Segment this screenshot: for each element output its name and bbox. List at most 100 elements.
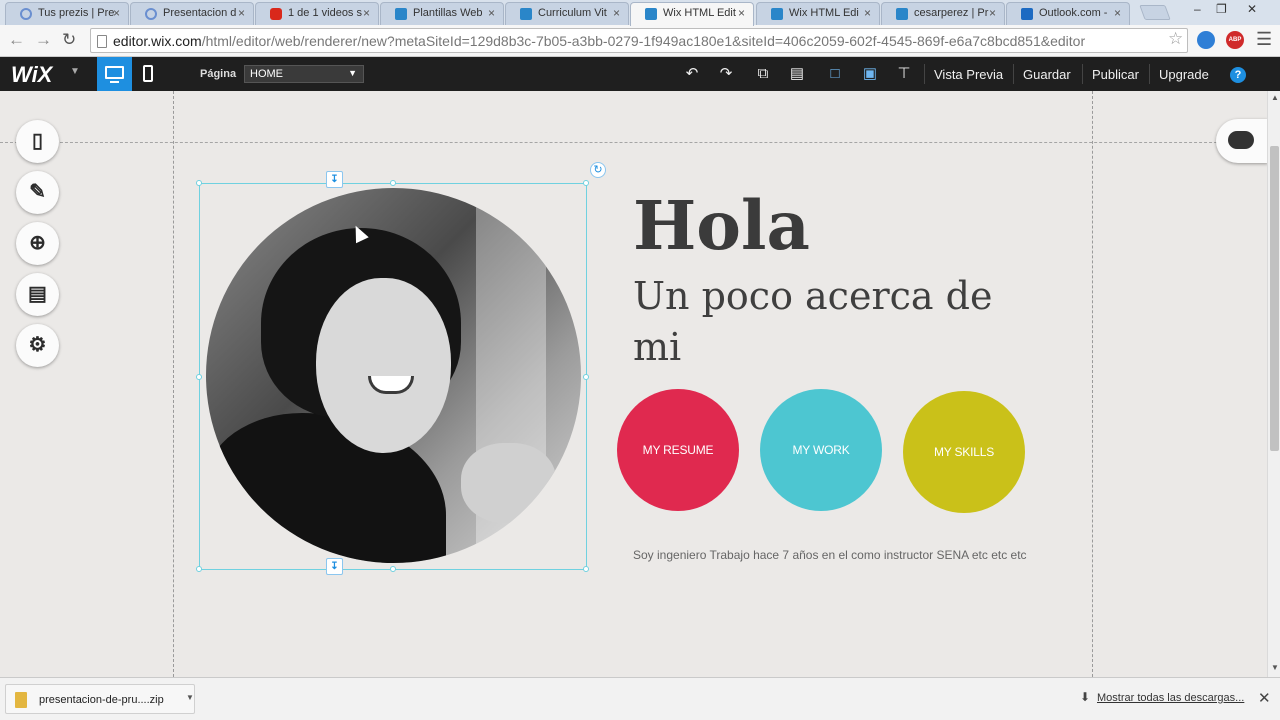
chat-button[interactable] bbox=[1216, 119, 1267, 163]
close-icon[interactable]: × bbox=[113, 6, 120, 20]
resize-handle[interactable] bbox=[583, 180, 589, 186]
close-icon[interactable]: × bbox=[738, 6, 745, 20]
close-icon[interactable]: × bbox=[864, 6, 871, 20]
download-item[interactable]: presentacion-de-pru....zip ▼ bbox=[5, 684, 195, 714]
page-select[interactable]: HOME ▼ bbox=[244, 65, 364, 83]
wix-editor-toolbar: WiX ▼ Página HOME ▼ ↶ ↷ ⧉ ▤ □ ▣ ⊤ Vista … bbox=[0, 57, 1280, 91]
separator bbox=[1149, 64, 1150, 84]
wix-logo[interactable]: WiX bbox=[11, 62, 52, 88]
ruler-icon[interactable]: ⊤ bbox=[895, 65, 913, 83]
close-window-icon[interactable]: ✕ bbox=[1247, 2, 1257, 16]
close-icon[interactable]: × bbox=[989, 6, 996, 20]
tab-wix-html-editor[interactable]: Wix HTML Edi × bbox=[756, 2, 880, 25]
copy-icon[interactable]: ⧉ bbox=[754, 65, 772, 83]
anchor-top-icon[interactable]: ↧ bbox=[326, 171, 343, 188]
undo-icon[interactable]: ↶ bbox=[683, 65, 701, 83]
scroll-down-icon[interactable]: ▼ bbox=[1271, 663, 1279, 672]
resize-handle[interactable] bbox=[196, 374, 202, 380]
forward-icon[interactable]: → bbox=[35, 30, 52, 50]
mobile-view-button[interactable] bbox=[143, 65, 153, 82]
brush-icon: ✎ bbox=[29, 181, 46, 203]
help-button[interactable]: ? bbox=[1230, 67, 1246, 83]
gridlines-icon[interactable]: □ bbox=[826, 65, 844, 83]
close-icon[interactable]: × bbox=[363, 6, 370, 20]
settings-button[interactable]: ⚙ bbox=[16, 324, 59, 367]
scrollbar-thumb[interactable] bbox=[1270, 146, 1279, 451]
header-guide bbox=[0, 142, 1267, 143]
my-work-button[interactable]: MY WORK bbox=[760, 389, 882, 511]
close-icon[interactable]: × bbox=[1114, 6, 1121, 20]
page-icon bbox=[97, 35, 107, 48]
downloads-bar: presentacion-de-pru....zip ▼ ⬇ Mostrar t… bbox=[0, 677, 1280, 720]
tab-outlook[interactable]: Outlook.com - × bbox=[1006, 2, 1130, 25]
my-skills-button[interactable]: MY SKILLS bbox=[903, 391, 1025, 513]
resize-handle[interactable] bbox=[390, 180, 396, 186]
redo-icon[interactable]: ↷ bbox=[717, 65, 735, 83]
tab-presentacion[interactable]: Presentacion d × bbox=[130, 2, 254, 25]
outlook-icon bbox=[1021, 8, 1033, 20]
tab-wix-html-editor-active[interactable]: Wix HTML Edit × bbox=[630, 2, 754, 26]
gear-icon: ⚙ bbox=[28, 334, 47, 356]
app-market-button[interactable]: ▤ bbox=[16, 273, 59, 316]
my-resume-button[interactable]: MY RESUME bbox=[617, 389, 739, 511]
desktop-icon bbox=[105, 66, 124, 79]
new-tab-button[interactable] bbox=[1139, 5, 1171, 20]
bookmark-star-icon[interactable]: ☆ bbox=[1168, 29, 1183, 49]
tab-cesarperez[interactable]: cesarperez | Pr × bbox=[881, 2, 1005, 25]
tab-youtube[interactable]: 1 de 1 videos s × bbox=[255, 2, 379, 25]
chat-icon bbox=[1228, 131, 1254, 149]
bio-text[interactable]: Soy ingeniero Trabajo hace 7 años en el … bbox=[633, 548, 1027, 562]
dropdown-arrow-icon: ▼ bbox=[348, 68, 357, 78]
wix-icon bbox=[645, 8, 657, 20]
desktop-view-button[interactable] bbox=[97, 57, 132, 91]
scroll-up-icon[interactable]: ▲ bbox=[1271, 93, 1279, 102]
subtitle-heading[interactable]: Un poco acerca de mi bbox=[633, 271, 1033, 373]
youtube-icon bbox=[270, 8, 282, 20]
vertical-scrollbar[interactable]: ▲ ▼ bbox=[1267, 91, 1280, 677]
address-bar[interactable]: editor.wix.com/html/editor/web/renderer/… bbox=[90, 28, 1188, 53]
tab-plantillas-web[interactable]: Plantillas Web × bbox=[380, 2, 504, 25]
restore-icon[interactable]: ❐ bbox=[1216, 2, 1227, 16]
zip-file-icon bbox=[15, 692, 27, 708]
minimize-icon[interactable]: – bbox=[1194, 2, 1201, 16]
globe-icon bbox=[20, 8, 32, 20]
resize-handle[interactable] bbox=[583, 566, 589, 572]
tab-tus-prezis[interactable]: Tus prezis | Pre × bbox=[5, 2, 129, 25]
globe-icon bbox=[145, 8, 157, 20]
close-icon[interactable]: × bbox=[613, 6, 620, 20]
preview-button[interactable]: Vista Previa bbox=[934, 67, 1003, 82]
menu-icon[interactable]: ☰ bbox=[1256, 29, 1272, 50]
wix-icon bbox=[896, 8, 908, 20]
back-icon[interactable]: ← bbox=[8, 30, 25, 50]
chevron-down-icon[interactable]: ▼ bbox=[186, 693, 194, 702]
save-button[interactable]: Guardar bbox=[1023, 67, 1071, 82]
greeting-heading[interactable]: Hola bbox=[633, 186, 810, 265]
browser-toolbar: ← → ↻ editor.wix.com/html/editor/web/ren… bbox=[0, 25, 1280, 57]
reload-icon[interactable]: ↻ bbox=[62, 30, 76, 50]
close-icon[interactable]: × bbox=[488, 6, 495, 20]
tab-curriculum[interactable]: Curriculum Vit × bbox=[505, 2, 629, 25]
chevron-down-icon[interactable]: ▼ bbox=[70, 66, 80, 77]
show-all-downloads-link[interactable]: Mostrar todas las descargas... bbox=[1097, 692, 1244, 704]
close-icon[interactable]: ✕ bbox=[1258, 689, 1271, 707]
editor-canvas[interactable]: ▯ ✎ ⊕ ▤ ⚙ ↧ ↧ ↻ Hola Un poco acerca de m… bbox=[0, 91, 1267, 677]
paste-icon[interactable]: ▤ bbox=[788, 65, 806, 83]
rotate-icon[interactable]: ↻ bbox=[590, 162, 606, 178]
separator bbox=[1082, 64, 1083, 84]
extension-icon[interactable] bbox=[1197, 31, 1215, 49]
page-guide-right bbox=[1092, 91, 1093, 677]
add-button[interactable]: ⊕ bbox=[16, 222, 59, 265]
resize-handle[interactable] bbox=[196, 566, 202, 572]
anchor-bottom-icon[interactable]: ↧ bbox=[326, 558, 343, 575]
design-button[interactable]: ✎ bbox=[16, 171, 59, 214]
resize-handle[interactable] bbox=[583, 374, 589, 380]
upgrade-button[interactable]: Upgrade bbox=[1159, 67, 1209, 82]
pages-button[interactable]: ▯ bbox=[16, 120, 59, 163]
snap-icon[interactable]: ▣ bbox=[861, 65, 879, 83]
selection-box[interactable]: ↧ ↧ bbox=[196, 171, 589, 575]
publish-button[interactable]: Publicar bbox=[1092, 67, 1139, 82]
adblock-icon[interactable]: ABP bbox=[1226, 31, 1244, 49]
close-icon[interactable]: × bbox=[238, 6, 245, 20]
resize-handle[interactable] bbox=[390, 566, 396, 572]
resize-handle[interactable] bbox=[196, 180, 202, 186]
